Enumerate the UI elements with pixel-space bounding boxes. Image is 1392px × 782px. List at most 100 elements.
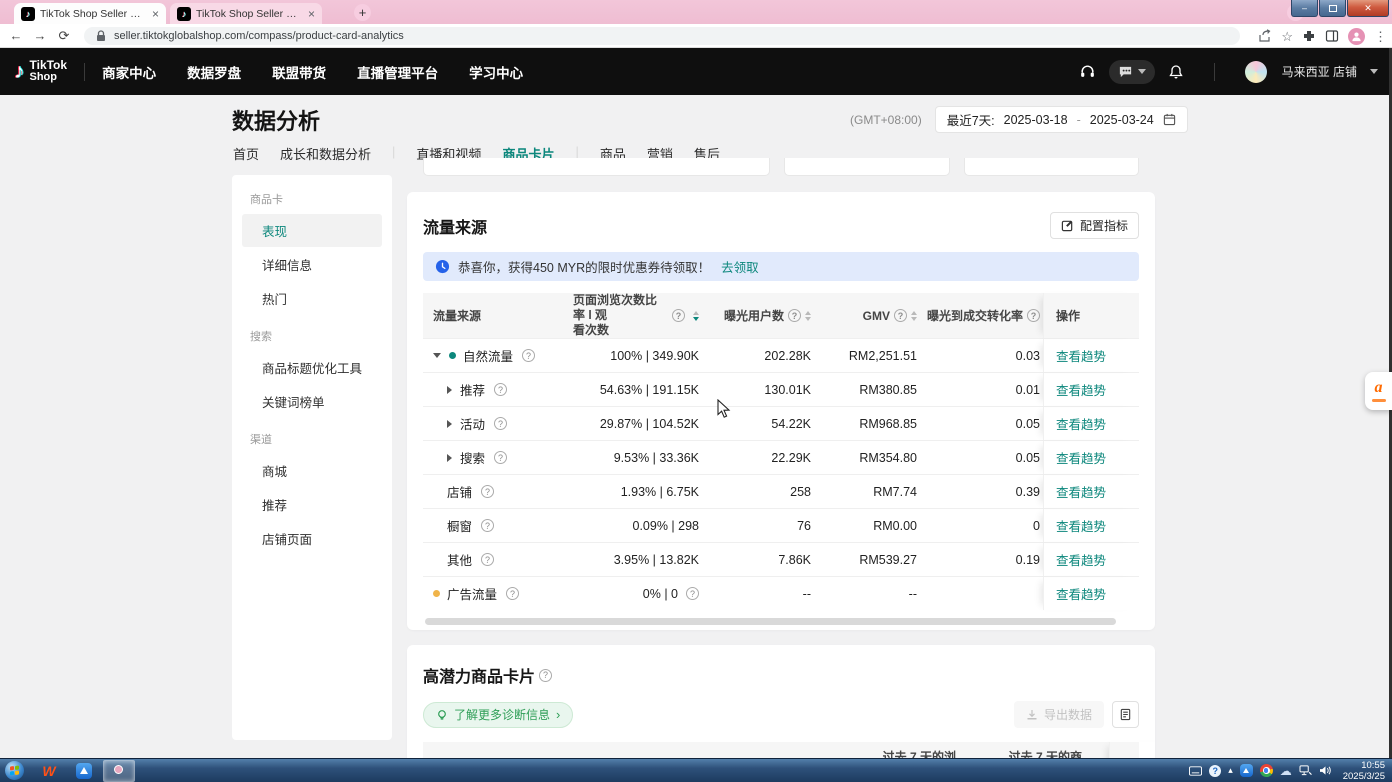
info-icon[interactable]: ? [788,309,801,322]
info-icon[interactable]: ? [522,349,535,362]
sidebar-item[interactable]: 推荐 [242,488,382,521]
topnav-item[interactable]: 商家中心 [102,62,156,82]
page-tab[interactable]: 首页 [233,144,259,169]
taskbar-chrome-button[interactable] [103,760,135,782]
window-maximize-button[interactable] [1319,0,1346,17]
share-icon[interactable] [1258,29,1272,43]
users-cell-value: 76 [797,519,811,533]
configure-metrics-button[interactable]: 配置指标 [1050,212,1139,239]
store-name[interactable]: 马来西亚 店铺 [1282,63,1357,80]
browser-tab-inactive[interactable]: ♪ TikTok Shop Seller Center | Cr... × [170,3,322,24]
new-tab-button[interactable]: + [354,4,371,21]
info-icon[interactable]: ? [481,485,494,498]
tray-expand-icon[interactable]: ▴ [1228,765,1233,776]
info-icon[interactable]: ? [494,417,507,430]
extensions-puzzle-icon[interactable] [1302,29,1316,43]
store-avatar[interactable] [1245,61,1267,83]
taskbar-wps-button[interactable]: W [33,760,65,782]
back-icon[interactable]: ← [8,28,24,44]
ratio-value: 0% | 0 [643,587,678,601]
gmv-cell-value: RM380.85 [859,383,917,397]
col-users[interactable]: 曝光用户数 ? [699,307,811,324]
topnav-item[interactable]: 数据罗盘 [187,62,241,82]
side-panel-icon[interactable] [1325,29,1339,43]
cvr-cell: 0.03 [917,349,1043,363]
info-icon[interactable]: ? [539,669,552,682]
sidebar-item[interactable]: 热门 [242,282,382,315]
info-icon[interactable]: ? [494,383,507,396]
users-cell: 258 [699,485,811,499]
network-icon[interactable] [1299,765,1312,776]
page-tab[interactable]: 成长和数据分析 [280,144,371,169]
taskbar-clock[interactable]: 10:55 2025/3/25 [1343,760,1385,782]
date-range-picker[interactable]: 最近7天: 2025-03-18 - 2025-03-24 [935,106,1188,133]
col-gmv[interactable]: GMV ? [811,309,917,323]
report-doc-button[interactable] [1112,701,1139,728]
users-cell: 130.01K [699,383,811,397]
address-bar[interactable]: seller.tiktokglobalshop.com/compass/prod… [84,27,1240,45]
view-trend-link[interactable]: 查看趋势 [1056,346,1106,365]
view-trend-link[interactable]: 查看趋势 [1056,584,1106,603]
calendar-icon [1163,113,1176,126]
info-icon[interactable]: ? [672,309,685,322]
view-trend-link[interactable]: 查看趋势 [1056,516,1106,535]
reload-icon[interactable]: ⟳ [56,28,72,44]
tiktok-shop-logo[interactable]: TikTok Shop [30,59,68,83]
ratio-value: 3.95% | 13.82K [614,553,699,567]
info-icon[interactable]: ? [494,451,507,464]
browser-tab-active[interactable]: ♪ TikTok Shop Seller Center | Cr... × [14,3,166,24]
info-icon[interactable]: ? [481,553,494,566]
export-data-button[interactable]: 导出数据 [1014,701,1104,728]
view-trend-link[interactable]: 查看趋势 [1056,414,1106,433]
taskbar-app-button[interactable] [68,760,100,782]
speaker-icon[interactable] [1319,765,1332,776]
expand-caret-icon[interactable] [447,420,452,428]
message-center-button[interactable] [1109,60,1155,84]
topnav-item[interactable]: 学习中心 [469,62,523,82]
info-icon[interactable]: ? [1027,309,1040,322]
info-icon[interactable]: ? [506,587,519,600]
topnav-item[interactable]: 直播管理平台 [357,62,438,82]
tab-close-icon[interactable]: × [308,8,315,20]
keyboard-icon[interactable] [1189,766,1202,776]
floating-chat-widget[interactable]: a [1365,372,1392,410]
expand-caret-icon[interactable] [447,386,452,394]
notification-bell-icon[interactable] [1168,64,1184,80]
headset-icon[interactable] [1079,63,1096,80]
window-minimize-button[interactable]: – [1291,0,1318,17]
forward-icon[interactable]: → [32,28,48,44]
tray-app-icon[interactable] [1240,764,1253,777]
expand-caret-icon[interactable] [447,454,452,462]
help-tray-icon[interactable]: ? [1209,765,1221,777]
tray-chrome-icon[interactable] [1260,764,1273,777]
claim-coupon-link[interactable]: 去领取 [721,257,759,276]
start-button[interactable] [5,761,24,780]
tab-close-icon[interactable]: × [152,8,159,20]
col-ratio[interactable]: 页面浏览次数比率 l 观看次数 ? [573,293,699,338]
scrollbar-thumb[interactable] [425,618,1116,625]
sidebar-item[interactable]: 表现 [242,214,382,247]
view-trend-link[interactable]: 查看趋势 [1056,550,1106,569]
sidebar-item[interactable]: 关键词榜单 [242,385,382,418]
horizontal-scrollbar[interactable] [425,618,1137,625]
bookmark-star-icon[interactable]: ☆ [1281,30,1293,43]
sidebar-item[interactable]: 商品标题优化工具 [242,351,382,384]
gmv-cell: RM968.85 [811,417,917,431]
browser-menu-icon[interactable]: ⋮ [1374,30,1387,43]
ratio-cell: 9.53% | 33.36K [573,451,699,465]
view-trend-link[interactable]: 查看趋势 [1056,380,1106,399]
info-icon[interactable]: ? [481,519,494,532]
diagnosis-link[interactable]: 了解更多诊断信息 › [423,702,573,728]
info-icon[interactable]: ? [894,309,907,322]
sidebar-item[interactable]: 店铺页面 [242,522,382,555]
onedrive-cloud-icon[interactable]: ☁ [1280,765,1292,777]
view-trend-link[interactable]: 查看趋势 [1056,482,1106,501]
sidebar-item[interactable]: 商城 [242,454,382,487]
profile-avatar-icon[interactable] [1348,28,1365,45]
window-close-button[interactable]: ✕ [1347,0,1389,17]
topnav-item[interactable]: 联盟带货 [272,62,326,82]
expand-caret-icon[interactable] [433,353,441,358]
sidebar-item[interactable]: 详细信息 [242,248,382,281]
info-icon[interactable]: ? [686,587,699,600]
view-trend-link[interactable]: 查看趋势 [1056,448,1106,467]
